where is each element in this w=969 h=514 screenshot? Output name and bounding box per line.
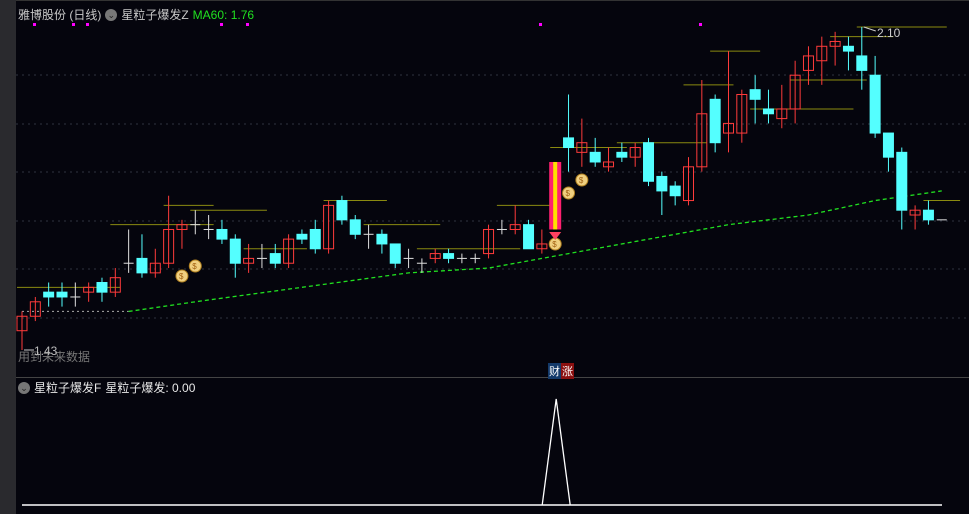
candle-body [842, 45, 854, 52]
candle-body [869, 74, 881, 134]
candle-body [136, 257, 148, 274]
candle-body [309, 228, 321, 250]
candle-body [589, 151, 601, 163]
main-legend: 雅博股份 (日线) ⌄ 星粒子爆发Z MA60: 1.76 [18, 6, 254, 23]
candle-body [43, 291, 55, 298]
sub-indicator-value: 星粒子爆发: 0.00 [105, 381, 196, 395]
signal-dot [220, 23, 223, 26]
sub-indicator-spike [541, 398, 571, 506]
candle-body [709, 98, 721, 144]
candle-body [376, 233, 388, 245]
limit-up-bar-core [553, 161, 558, 230]
badge-cai: 财 [548, 363, 561, 379]
low-price-label: 1.43 [34, 344, 58, 358]
signal-dot [33, 23, 36, 26]
money-bag-dollar-icon: $ [192, 262, 197, 271]
chevron-down-icon[interactable]: ⌄ [18, 381, 30, 394]
candle-body [523, 224, 535, 250]
candle-body [643, 142, 655, 182]
sub-legend: ⌄ 星粒子爆发F 星粒子爆发: 0.00 [18, 379, 195, 396]
candlestick-chart: $ $ $ $ $ [16, 23, 969, 506]
candle-body [349, 219, 361, 235]
candle-body [616, 151, 628, 158]
signal-dot [699, 23, 702, 26]
signal-dot [72, 23, 75, 26]
money-bag-dollar-icon: $ [566, 189, 571, 198]
badge-zhang: 涨 [561, 363, 574, 379]
money-bag-dollar-icon: $ [552, 240, 557, 249]
candle-body [896, 151, 908, 211]
indicator-name[interactable]: 星粒子爆发Z [121, 6, 188, 23]
sub-indicator-name[interactable]: 星粒子爆发F [34, 379, 101, 396]
candle-body [656, 175, 668, 192]
candle-body [749, 89, 761, 100]
candle-body [882, 132, 894, 158]
stock-title: 雅博股份 (日线) [18, 8, 102, 22]
candle-body [856, 55, 868, 71]
chevron-down-icon[interactable]: ⌄ [105, 8, 118, 21]
candle-body [762, 108, 774, 115]
candle-body [389, 243, 401, 264]
candle-body [443, 253, 455, 259]
candle-body [96, 282, 108, 293]
candle-body [216, 228, 228, 240]
signal-dot [246, 23, 249, 26]
candle-body [229, 238, 241, 264]
signal-dot [539, 23, 542, 26]
money-bag-dollar-icon: $ [579, 176, 584, 185]
high-price-label: 2.10 [877, 26, 901, 40]
money-bag-dollar-icon: $ [179, 272, 184, 281]
candle-body [56, 291, 68, 298]
ma60-value: MA60: 1.76 [192, 7, 255, 22]
signal-badge[interactable]: 财 涨 [548, 363, 574, 379]
candle-body [669, 185, 681, 197]
candle-body [269, 253, 281, 264]
ma60-line [128, 190, 942, 313]
candle-body [296, 233, 308, 240]
high-marker-arrow [863, 26, 876, 32]
signal-dot [86, 23, 89, 26]
candle-body [336, 200, 348, 221]
candle-body [922, 209, 934, 221]
diamond-icon [549, 232, 562, 240]
candle-body [563, 137, 575, 149]
